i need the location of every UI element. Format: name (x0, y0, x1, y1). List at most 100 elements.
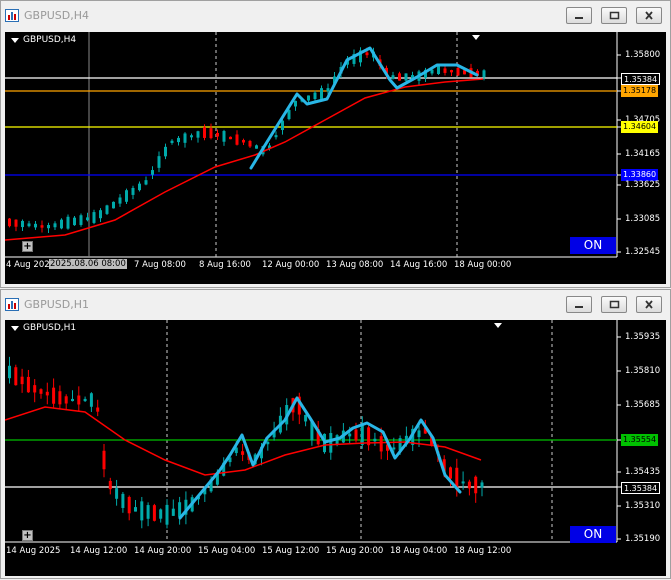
candle-body (294, 100, 297, 107)
price-level-box: 1.34604 (621, 121, 659, 133)
time-tick: 14 Aug 16:00 (390, 260, 448, 270)
symbol-label-text: GBPUSD,H4 (23, 35, 77, 45)
candle-body (348, 433, 352, 437)
candle-body (33, 385, 37, 393)
price-tick: 1.35190 (625, 534, 661, 544)
chart-shift-marker-icon[interactable] (494, 323, 502, 328)
time-tick: 14 Aug 20:00 (134, 546, 192, 556)
chart-canvas[interactable] (5, 32, 668, 284)
zigzag-indicator-line (249, 46, 479, 170)
candle-body (83, 398, 87, 402)
candle-body (274, 135, 278, 138)
candle-body (125, 190, 128, 202)
candle-body (456, 67, 460, 76)
zigzag-indicator-line (178, 396, 462, 520)
candle-body (391, 75, 395, 79)
candle-body (165, 504, 169, 525)
candle-body (64, 396, 68, 404)
dropdown-triangle-icon (11, 325, 19, 331)
close-button[interactable] (636, 7, 662, 24)
candle-body (118, 197, 122, 204)
candle-body (313, 92, 317, 100)
ea-on-button[interactable]: ON (570, 526, 616, 543)
window-titlebar[interactable]: GBPUSD,H1 (1, 290, 670, 320)
candle-body (40, 225, 44, 228)
candle-body (482, 70, 486, 78)
candle-body (216, 132, 219, 137)
chart-shift-marker-icon[interactable] (472, 35, 480, 40)
candle-body (99, 210, 102, 219)
candle-body (105, 205, 109, 214)
chart-window-h1: GBPUSD,H1 GBPUSD,H1 + ON 1.35935 1.35810… (0, 289, 671, 579)
chart-canvas[interactable] (5, 320, 668, 576)
time-tick: 15 Aug 12:00 (262, 546, 320, 556)
minimize-button[interactable] (566, 296, 592, 313)
moving-average-line (5, 78, 484, 241)
candle-body (127, 496, 131, 514)
candle-body (467, 481, 471, 489)
chart-window-icon (5, 9, 19, 22)
candle-body (203, 127, 206, 138)
candle-body (480, 482, 484, 488)
candle-body (144, 180, 148, 185)
close-icon (645, 300, 653, 309)
candle-body (79, 215, 83, 225)
candle-body (121, 493, 125, 508)
price-tick: 1.35310 (625, 501, 661, 511)
candle-body (14, 367, 18, 386)
crosshair-time-label: 2025.08.06 08:00 (49, 259, 127, 269)
candle-body (379, 436, 383, 452)
candle-body (222, 131, 226, 142)
restore-button[interactable] (601, 7, 627, 24)
close-button[interactable] (636, 296, 662, 313)
candle-body (60, 219, 63, 229)
candle-body (157, 156, 161, 168)
ea-on-button[interactable]: ON (570, 237, 616, 254)
candle-body (45, 391, 49, 396)
candle-body (77, 395, 81, 405)
candle-body (461, 481, 465, 484)
candle-body (115, 488, 119, 499)
time-tick: 15 Aug 04:00 (198, 546, 256, 556)
minimize-button[interactable] (566, 7, 592, 24)
minimize-icon (575, 17, 583, 19)
candle-body (66, 216, 70, 229)
price-chart-h1[interactable]: GBPUSD,H1 + ON 1.35935 1.35810 1.35685 1… (5, 320, 666, 576)
candle-body (449, 467, 452, 479)
restore-button[interactable] (601, 296, 627, 313)
candle-body (360, 425, 364, 445)
candle-body (47, 224, 50, 229)
candle-body (89, 393, 93, 407)
candle-body (455, 467, 459, 488)
candle-body (8, 365, 11, 379)
candle-body (365, 52, 369, 56)
restore-icon (609, 11, 620, 20)
price-tick: 1.33085 (625, 214, 661, 224)
chart-window-icon (5, 298, 19, 311)
candle-body (58, 391, 62, 405)
price-tick: 1.32545 (625, 247, 661, 257)
candle-body (329, 433, 333, 453)
candle-body (437, 66, 440, 75)
candle-body (398, 73, 401, 81)
candle-body (52, 387, 56, 404)
candle-body (14, 219, 18, 227)
candle-body (146, 505, 150, 519)
candle-body (183, 133, 187, 143)
candle-body (404, 73, 408, 81)
price-chart-h4[interactable]: GBPUSD,H4 + ON 1.35800 1.35384 1.35178 1… (5, 32, 666, 284)
minimize-icon (575, 306, 583, 308)
candle-body (255, 145, 258, 149)
candle-body (209, 128, 213, 139)
candle-body (134, 507, 137, 512)
window-titlebar[interactable]: GBPUSD,H4 (1, 1, 670, 31)
price-tick: 1.34165 (625, 149, 661, 159)
window-title: GBPUSD,H4 (24, 9, 89, 22)
expand-indicators-button[interactable]: + (22, 530, 33, 541)
candle-body (164, 146, 167, 157)
expand-indicators-button[interactable]: + (22, 241, 33, 252)
candle-body (474, 476, 478, 494)
price-tick: 1.35435 (625, 467, 661, 477)
restore-icon (609, 300, 620, 309)
candle-body (354, 429, 358, 441)
